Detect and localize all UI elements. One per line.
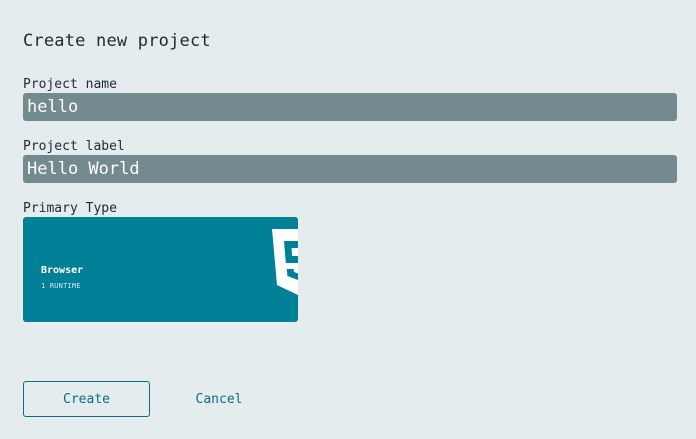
project-name-input[interactable] [23,93,677,121]
page-title: Create new project [23,31,211,51]
cancel-button[interactable]: Cancel [178,381,260,417]
card-title: Browser [41,265,84,276]
primary-type-label: Primary Type [23,201,117,216]
create-button[interactable]: Create [23,381,150,417]
html5-icon [272,229,298,295]
project-label-input[interactable] [23,155,677,183]
project-label-label: Project label [23,139,125,154]
primary-type-card-browser[interactable]: Browser 1 RUNTIME [23,217,298,322]
project-name-label: Project name [23,77,117,92]
card-runtime-count: 1 RUNTIME [41,282,81,290]
